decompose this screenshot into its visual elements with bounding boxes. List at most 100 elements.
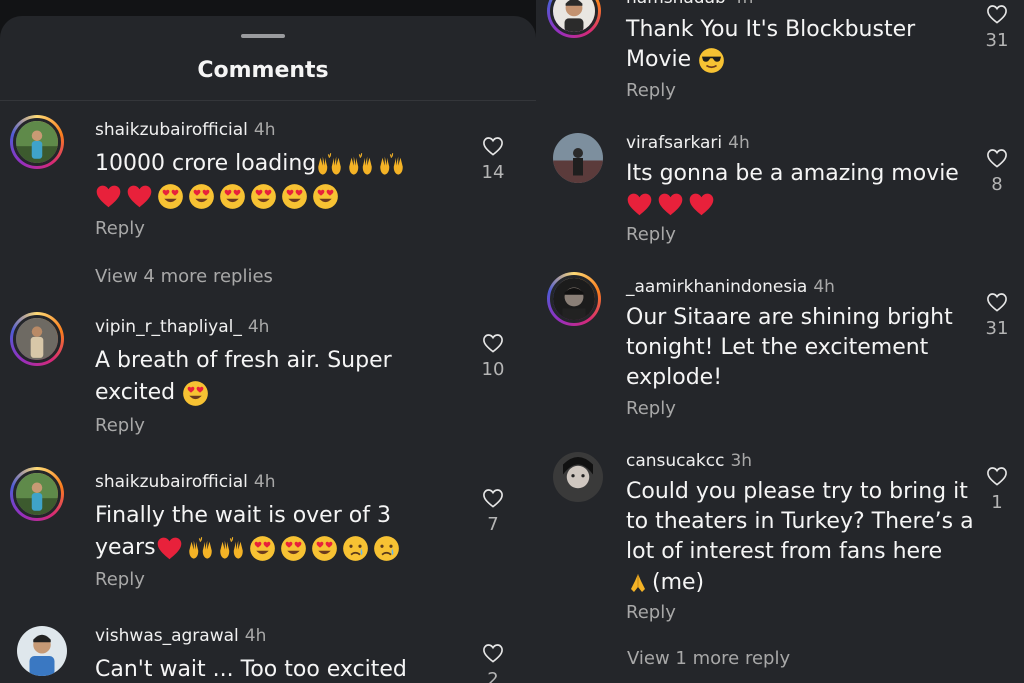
heart-outline-icon[interactable] <box>482 333 504 353</box>
comments-list-right: hamshadab 4h Thank You It's Blockbuster M… <box>536 0 1024 683</box>
sunglasses-emoji <box>698 47 725 74</box>
avatar[interactable] <box>553 452 603 502</box>
heart-outline-icon[interactable] <box>986 148 1008 168</box>
heart-eyes-emoji <box>219 183 246 210</box>
reply-button[interactable]: Reply <box>626 224 676 245</box>
like-count: 2 <box>487 669 499 683</box>
comment-text: Can't wait ... Too too excited <box>95 657 407 682</box>
divider <box>0 100 536 101</box>
heart-eyes-emoji <box>311 535 338 562</box>
heart-eyes-emoji <box>280 535 307 562</box>
like-control: 10 <box>473 333 513 380</box>
heart-outline-icon[interactable] <box>986 4 1008 24</box>
comment-text: Its gonna be a amazing movie <box>626 161 959 186</box>
like-control: 31 <box>977 4 1017 51</box>
like-control: 2 <box>473 643 513 683</box>
username[interactable]: vishwas_agrawal <box>95 626 239 646</box>
reply-button[interactable]: Reply <box>626 80 676 101</box>
like-count: 8 <box>991 174 1003 195</box>
heart-eyes-emoji <box>157 183 184 210</box>
timestamp: 4h <box>728 133 750 153</box>
heart-eyes-emoji <box>249 535 276 562</box>
emoji-line <box>626 191 719 218</box>
timestamp: 4h <box>253 120 276 140</box>
avatar[interactable] <box>553 133 603 183</box>
avatar[interactable] <box>547 272 601 326</box>
view-more-replies[interactable]: View 1 more reply <box>627 648 790 669</box>
emoji-line <box>95 183 343 210</box>
reply-button[interactable]: Reply <box>95 569 145 590</box>
username[interactable]: shaikzubairofficial <box>95 472 248 492</box>
comment-text-line2: Movie <box>626 44 729 75</box>
comment-text-line4: (me) <box>626 567 704 598</box>
view-more-replies[interactable]: View 4 more replies <box>95 266 273 287</box>
crying-face-emoji <box>373 535 400 562</box>
like-control: 31 <box>977 292 1017 339</box>
comment-text: A breath of fresh air. Super <box>95 348 392 373</box>
username[interactable]: vipin_r_thapliyal_ <box>95 317 242 337</box>
sheet-drag-handle[interactable] <box>241 34 285 38</box>
heart-outline-icon[interactable] <box>482 643 504 663</box>
reply-button[interactable]: Reply <box>95 218 145 239</box>
red-heart-emoji <box>95 183 122 210</box>
emoji-group <box>316 149 409 180</box>
raised-hands-emoji <box>187 535 214 562</box>
avatar[interactable] <box>10 467 64 521</box>
like-count: 31 <box>985 30 1009 51</box>
comment-text: Our Sitaare are shining bright <box>626 305 953 330</box>
timestamp: 3h <box>730 451 753 471</box>
username[interactable]: shaikzubairofficial <box>95 120 248 140</box>
like-count: 10 <box>481 359 505 380</box>
reply-button[interactable]: Reply <box>626 602 676 623</box>
avatar[interactable] <box>17 626 67 676</box>
like-control: 7 <box>473 488 513 535</box>
avatar[interactable] <box>10 312 64 366</box>
comment-text-line3: lot of interest from fans here <box>626 539 943 564</box>
heart-eyes-emoji <box>312 183 339 210</box>
red-heart-emoji <box>626 191 653 218</box>
comment-text-content: Movie <box>626 47 692 72</box>
heart-eyes-emoji <box>281 183 308 210</box>
heart-outline-icon[interactable] <box>986 466 1008 486</box>
comment-text-content: excited <box>95 380 176 405</box>
comment-text-content: years <box>95 535 156 560</box>
like-count: 7 <box>487 514 499 535</box>
timestamp: 4h <box>732 0 754 8</box>
comment-text-line2: to theaters in Turkey? There’s a <box>626 509 974 534</box>
heart-outline-icon[interactable] <box>482 488 504 508</box>
like-count: 31 <box>985 318 1009 339</box>
timestamp: 4h <box>244 626 267 646</box>
red-heart-emoji <box>126 183 153 210</box>
avatar[interactable] <box>10 115 64 169</box>
comment-text: Finally the wait is over of 3 <box>95 503 391 528</box>
username[interactable]: hamshadab <box>626 0 726 8</box>
like-control: 1 <box>977 466 1017 513</box>
username[interactable]: virafsarkari <box>626 133 722 153</box>
heart-eyes-emoji <box>188 183 215 210</box>
red-heart-emoji <box>688 191 715 218</box>
like-control: 8 <box>977 148 1017 195</box>
timestamp: 4h <box>247 317 270 337</box>
username[interactable]: cansucakcc <box>626 451 724 471</box>
avatar[interactable] <box>547 0 601 38</box>
like-count: 1 <box>991 492 1003 513</box>
reply-button[interactable]: Reply <box>95 415 145 436</box>
comment-text-line3: explode! <box>626 365 723 390</box>
heart-outline-icon[interactable] <box>482 136 504 156</box>
red-heart-emoji <box>156 535 183 562</box>
comment-text-line2: excited <box>95 377 213 408</box>
heart-eyes-emoji <box>250 183 277 210</box>
comment-text: 10000 crore loading <box>95 148 409 180</box>
heart-outline-icon[interactable] <box>986 292 1008 312</box>
raised-hands-emoji <box>347 151 374 178</box>
comment-text-line2: years <box>95 532 404 564</box>
reply-button[interactable]: Reply <box>626 398 676 419</box>
raised-hands-emoji <box>378 151 405 178</box>
timestamp: 4h <box>813 277 835 297</box>
timestamp: 4h <box>253 472 276 492</box>
username[interactable]: _aamirkhanindonesia <box>626 277 807 297</box>
folded-hands-emoji <box>626 571 650 595</box>
comment-text: Thank You It's Blockbuster <box>626 17 916 42</box>
comment-text-line2: tonight! Let the excitement <box>626 335 929 360</box>
red-heart-emoji <box>657 191 684 218</box>
